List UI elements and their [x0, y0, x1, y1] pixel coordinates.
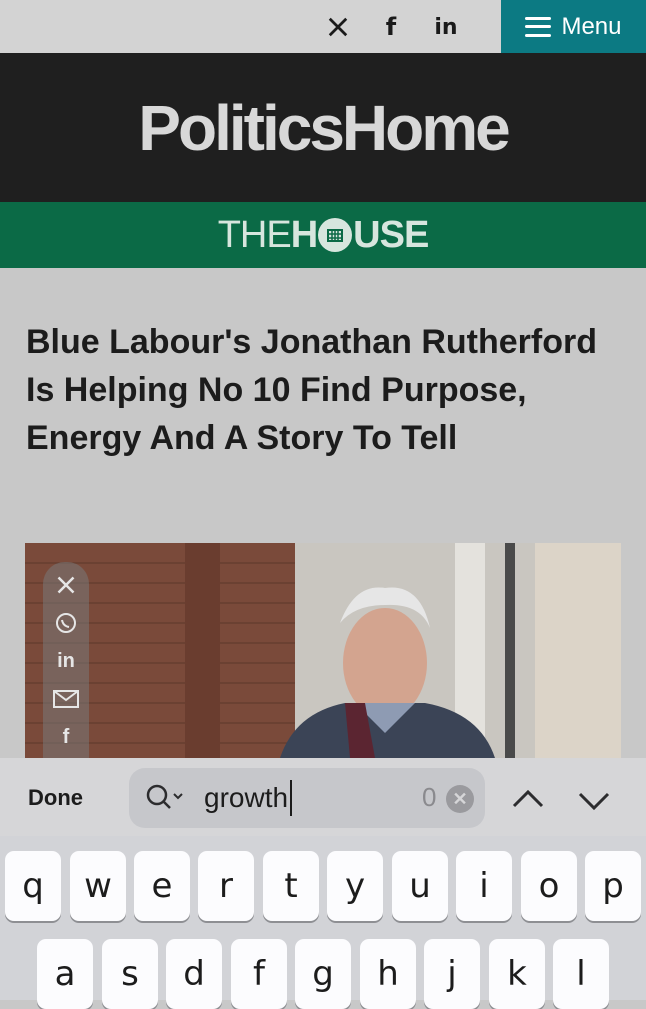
facebook-icon[interactable]: f	[376, 12, 406, 42]
hamburger-icon	[525, 16, 552, 37]
x-icon[interactable]	[323, 12, 353, 42]
facebook-icon[interactable]: f	[53, 724, 79, 750]
key-l[interactable]: l	[553, 939, 609, 1009]
key-f[interactable]: f	[231, 939, 287, 1009]
key-u[interactable]: u	[392, 851, 448, 921]
article-headline: Blue Labour's Jonathan Rutherford Is Hel…	[26, 323, 597, 457]
clear-icon[interactable]: ✕	[446, 785, 474, 813]
next-match-button[interactable]	[574, 780, 614, 820]
key-g[interactable]: g	[295, 939, 351, 1009]
done-button[interactable]: Done	[28, 785, 83, 811]
portcullis-icon	[318, 218, 353, 252]
key-k[interactable]: k	[489, 939, 545, 1009]
find-query-text: growth	[204, 782, 289, 813]
site-header: PoliticsHome	[0, 53, 646, 202]
section-banner[interactable]: THE H USE	[0, 202, 646, 268]
match-count: 0	[422, 782, 437, 812]
key-q[interactable]: q	[5, 851, 61, 921]
site-logo[interactable]: PoliticsHome	[138, 91, 510, 165]
key-o[interactable]: o	[521, 851, 577, 921]
email-icon[interactable]	[53, 686, 79, 712]
key-i[interactable]: i	[456, 851, 512, 921]
x-icon[interactable]	[53, 572, 79, 598]
key-e[interactable]: e	[134, 851, 190, 921]
key-y[interactable]: y	[327, 851, 383, 921]
menu-button[interactable]: Menu	[501, 0, 646, 53]
key-r[interactable]: r	[198, 851, 254, 921]
share-rail: in f	[43, 562, 89, 758]
previous-match-button[interactable]	[508, 780, 548, 820]
menu-label: Menu	[561, 12, 622, 40]
whatsapp-icon[interactable]	[53, 610, 79, 636]
text-cursor	[290, 780, 292, 816]
linkedin-icon[interactable]: in	[53, 648, 79, 674]
key-j[interactable]: j	[424, 939, 480, 1009]
key-t[interactable]: t	[263, 851, 319, 921]
key-p[interactable]: p	[585, 851, 641, 921]
key-a[interactable]: a	[37, 939, 93, 1009]
key-h[interactable]: h	[360, 939, 416, 1009]
key-d[interactable]: d	[166, 939, 222, 1009]
key-s[interactable]: s	[102, 939, 158, 1009]
linkedin-icon[interactable]: in	[431, 12, 461, 42]
search-options-icon[interactable]	[145, 783, 187, 818]
article-hero-image	[25, 543, 621, 758]
section-name-bold: H USE	[290, 213, 430, 256]
key-w[interactable]: w	[70, 851, 126, 921]
section-name-thin: THE	[217, 213, 292, 256]
